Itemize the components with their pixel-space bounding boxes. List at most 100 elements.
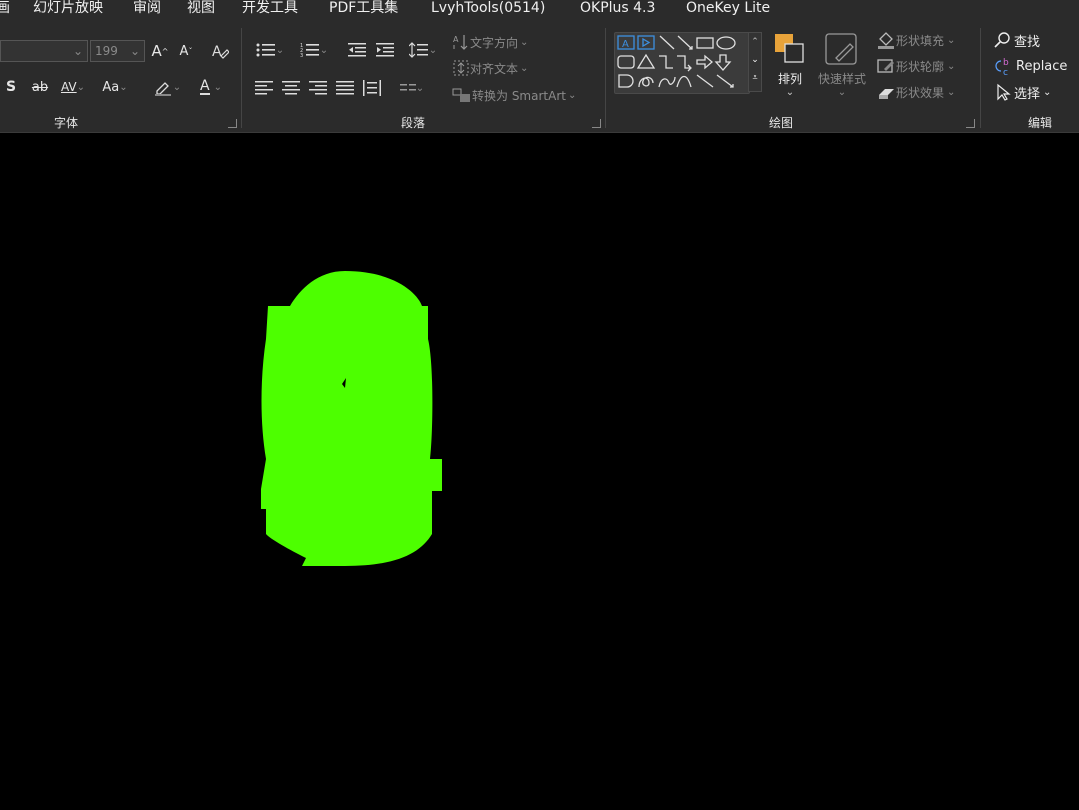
svg-text:A: A (453, 35, 459, 44)
shadow-label: S (5, 79, 17, 95)
outdent-icon (348, 43, 366, 57)
align-text-button[interactable]: 对齐文本 ⌄ (452, 58, 528, 78)
menu-draw[interactable]: 画 (0, 0, 10, 16)
drawing-dialog-launcher[interactable] (966, 119, 975, 128)
shape-gallery[interactable]: A (614, 32, 750, 94)
chevron-down-icon[interactable]: ⌄ (749, 51, 761, 69)
font-name-dropdown[interactable]: ⌄ (0, 40, 88, 62)
align-text-label: 对齐文本 (470, 61, 519, 76)
arrange-label: 排列 (777, 72, 802, 86)
justify-icon (336, 81, 354, 95)
chevron-down-icon: ⌄ (415, 82, 425, 94)
menu-okplus[interactable]: OKPlus 4.3 (580, 0, 655, 16)
quick-styles-button[interactable]: 快速样式 ⌄ (814, 32, 870, 112)
shape-effects-button[interactable]: 形状效果 ⌄ (876, 82, 955, 102)
font-color-button[interactable]: A ⌄ (192, 76, 230, 98)
arrange-button[interactable]: 排列 ⌄ (772, 32, 808, 112)
char-spacing-button[interactable]: AV ⌄ (56, 76, 90, 98)
align-center-icon (282, 81, 300, 95)
menu-lvyhtools[interactable]: LvyhTools(0514) (431, 0, 545, 16)
replace-label: Replace (1016, 58, 1068, 74)
menu-review[interactable]: 审阅 (133, 0, 161, 16)
chevron-down-icon: ⌄ (72, 44, 83, 58)
justify-button[interactable] (335, 77, 355, 99)
cursor-arrow-icon (997, 83, 1011, 101)
menu-slideshow[interactable]: 幻灯片放映 (33, 0, 103, 16)
chevron-down-icon: ⌄ (947, 86, 956, 98)
paragraph-group-label: 段落 (401, 116, 426, 130)
gallery-more-icon[interactable]: ⩡ (749, 69, 761, 87)
chevron-down-icon: ⌄ (213, 81, 222, 93)
svg-text:3: 3 (300, 53, 303, 58)
editing-group-label: 编辑 (1028, 116, 1053, 130)
gallery-scrollbar[interactable]: ⌃ ⌄ ⩡ (748, 32, 762, 92)
menu-developer[interactable]: 开发工具 (242, 0, 298, 16)
group-divider (605, 28, 606, 128)
change-case-button[interactable]: Aa ⌄ (98, 76, 132, 98)
find-button[interactable]: 查找 (994, 30, 1040, 50)
chevron-down-icon: ⌄ (837, 87, 847, 98)
font-dialog-launcher[interactable] (228, 119, 237, 128)
replace-button[interactable]: bc Replace (994, 56, 1067, 76)
numbering-button[interactable]: 1 2 3 ⌄ (296, 38, 332, 62)
align-right-button[interactable] (308, 77, 328, 99)
line-spacing-icon (408, 42, 428, 58)
menu-pdf-tools[interactable]: PDF工具集 (329, 0, 398, 16)
text-direction-button[interactable]: A 文字方向 ⌄ (452, 32, 528, 52)
case-label: Aa (102, 79, 120, 95)
paint-bucket-icon (878, 32, 894, 49)
clear-formatting-button[interactable]: A (209, 40, 231, 62)
svg-text:b: b (1003, 58, 1009, 68)
align-center-button[interactable] (281, 77, 301, 99)
decrease-indent-button[interactable] (346, 38, 368, 62)
menu-onekey-lite[interactable]: OneKey Lite (686, 0, 770, 16)
chevron-down-icon: ⌄ (76, 81, 86, 93)
paragraph-dialog-launcher[interactable] (592, 119, 601, 128)
shrink-font-label: A (179, 43, 189, 59)
select-label: 选择 (1014, 86, 1041, 102)
drawing-group-label: 绘图 (769, 116, 794, 130)
chevron-down-icon: ⌄ (428, 44, 438, 56)
shape-effects-icon (879, 89, 894, 99)
shape-fill-button[interactable]: 形状填充 ⌄ (876, 30, 955, 50)
align-left-icon (255, 81, 273, 95)
distributed-button[interactable] (361, 77, 383, 99)
highlight-color-button[interactable]: ⌄ (148, 76, 186, 98)
shrink-font-button[interactable]: Aˇ (176, 40, 196, 62)
distributed-icon (363, 80, 381, 96)
menu-view[interactable]: 视图 (187, 0, 215, 16)
shape-outline-button[interactable]: 形状轮廓 ⌄ (876, 56, 955, 76)
svg-text:A: A (212, 44, 222, 60)
chevron-down-icon: ⌄ (1043, 86, 1052, 98)
align-left-button[interactable] (254, 77, 274, 99)
chevron-down-icon: ⌄ (520, 36, 529, 48)
chevron-down-icon: ⌄ (275, 44, 285, 56)
green-shape[interactable] (261, 271, 442, 566)
shapes-icon: A (617, 35, 736, 88)
menu-bar: 画 幻灯片放映 审阅 视图 开发工具 PDF工具集 LvyhTools(0514… (0, 0, 1079, 20)
grow-font-label: A (151, 42, 162, 60)
strikethrough-button[interactable]: ab (30, 76, 50, 98)
indent-icon (376, 43, 394, 57)
chevron-down-icon: ⌄ (319, 44, 329, 56)
quick-styles-icon (825, 33, 857, 65)
convert-smartart-button[interactable]: 转换为 SmartArt ⌄ (452, 85, 576, 105)
font-size-dropdown[interactable]: 199 ⌄ (90, 40, 145, 62)
group-divider (241, 28, 242, 128)
chevron-up-icon[interactable]: ⌃ (749, 33, 761, 51)
chevron-down-icon: ⌄ (567, 89, 577, 101)
chevron-down-icon: ⌄ (947, 60, 956, 72)
chevron-down-icon: ⌄ (129, 44, 140, 58)
svg-text:c: c (1003, 68, 1008, 76)
bullets-button[interactable]: ⌄ (252, 38, 288, 62)
grow-font-button[interactable]: A ^ (150, 40, 170, 62)
select-button[interactable]: 选择 ⌄ (994, 82, 1051, 102)
columns-button[interactable]: ⌄ (394, 77, 430, 99)
increase-indent-button[interactable] (374, 38, 396, 62)
line-spacing-button[interactable]: ⌄ (405, 38, 441, 62)
shadow-button[interactable]: S (4, 76, 18, 98)
font-group-label: 字体 (54, 116, 79, 130)
font-size-value: 199 (95, 44, 118, 58)
slide-canvas[interactable] (0, 134, 1079, 810)
strike-label: ab (31, 79, 49, 95)
